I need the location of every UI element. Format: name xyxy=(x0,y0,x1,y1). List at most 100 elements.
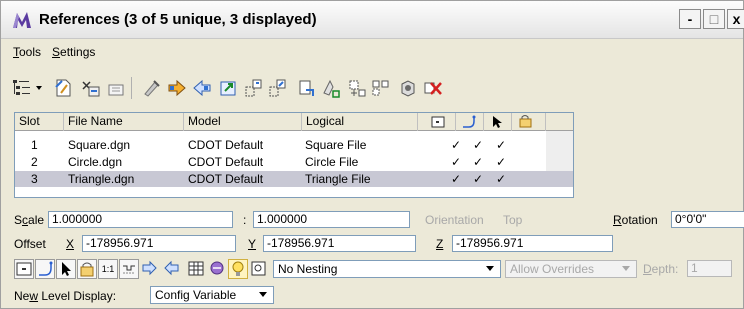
menu-settings-label: ettings xyxy=(60,45,96,59)
new-level-display-label: New Level Display: xyxy=(14,289,116,303)
column-lock[interactable] xyxy=(512,113,546,131)
lock-toggle-button[interactable] xyxy=(77,259,97,279)
level-filter-button[interactable] xyxy=(207,259,227,279)
maximize-button[interactable]: □ xyxy=(703,9,725,29)
maximize-label: □ xyxy=(709,11,719,27)
delete-reference-icon[interactable] xyxy=(422,77,444,99)
new-level-accel: w xyxy=(29,289,39,303)
row-display-check[interactable]: ✓ xyxy=(451,154,461,170)
rotation-input[interactable]: 0°0'0" xyxy=(671,211,744,228)
display-toggle-button[interactable] xyxy=(14,259,34,279)
scale-master-input[interactable]: 1.000000 xyxy=(48,211,233,228)
nesting-dropdown[interactable]: No Nesting xyxy=(273,260,501,278)
row-snap-check[interactable]: ✓ xyxy=(473,171,483,187)
move-reference-icon[interactable] xyxy=(166,77,188,99)
reference-properties-icon[interactable] xyxy=(397,77,419,99)
table-grid-icon xyxy=(188,261,204,276)
new-level-display-dropdown[interactable]: Config Variable xyxy=(150,286,274,304)
column-display[interactable] xyxy=(418,113,456,131)
offset-x-label: X xyxy=(66,237,75,251)
level-table-button[interactable] xyxy=(186,259,206,279)
mirror-vertical-icon[interactable] xyxy=(296,77,318,99)
clip-boundary-icon[interactable] xyxy=(321,77,343,99)
line-style-scale-icon xyxy=(123,265,135,274)
scale-line-styles-button[interactable] xyxy=(119,259,139,279)
orientation-value: Top xyxy=(503,213,523,227)
row-locate-check[interactable]: ✓ xyxy=(496,137,506,153)
toolbar xyxy=(1,69,743,109)
row-logical: Square File xyxy=(305,138,367,152)
row-model: CDOT Default xyxy=(188,172,264,186)
clip-delete-icon[interactable] xyxy=(370,77,392,99)
scale-reference-input[interactable]: 1.000000 xyxy=(253,211,410,228)
snap-icon xyxy=(463,115,476,128)
depth-input[interactable]: 1 xyxy=(687,260,732,277)
column-file-name[interactable]: File Name xyxy=(64,113,184,131)
clip-mask-icon[interactable] xyxy=(346,77,368,99)
mirror-horizontal-icon[interactable] xyxy=(267,77,289,99)
column-logical[interactable]: Logical xyxy=(302,113,418,131)
title-bar[interactable]: References (3 of 5 unique, 3 displayed) … xyxy=(1,1,744,39)
save-settings-button[interactable] xyxy=(249,259,269,279)
rotation-label-accel: R xyxy=(613,213,622,227)
menu-tools[interactable]: Tools xyxy=(13,45,41,59)
locate-cursor-icon xyxy=(62,262,71,276)
locate-toggle-button[interactable] xyxy=(56,259,76,279)
rotation-label: Rotation xyxy=(613,213,658,227)
row-file-name: Square.dgn xyxy=(68,138,131,152)
copy-reference-icon[interactable] xyxy=(191,77,213,99)
offset-y-input[interactable]: -178956.971 xyxy=(263,235,416,252)
tree-view-dropdown-icon[interactable] xyxy=(11,77,45,99)
row-display-check[interactable]: ✓ xyxy=(451,171,461,187)
lock-icon xyxy=(80,262,94,277)
references-table: Slot File Name Model Logical 1 Square.dg… xyxy=(14,112,574,198)
column-slot[interactable]: Slot xyxy=(15,113,64,131)
scale-separator: : xyxy=(243,213,247,227)
locate-cursor-icon xyxy=(493,116,502,128)
row-locate-check[interactable]: ✓ xyxy=(496,171,506,187)
table-row-selected[interactable]: 3 Triangle.dgn CDOT Default Triangle Fil… xyxy=(15,171,573,187)
presentation-button[interactable] xyxy=(228,259,248,279)
copy-arrow-icon xyxy=(164,260,179,276)
rotation-label-rest: otation xyxy=(621,213,658,227)
new-level-pre: Ne xyxy=(14,289,30,303)
minimize-button[interactable]: - xyxy=(679,9,701,29)
toolbar-separator xyxy=(131,77,132,99)
chevron-down-icon xyxy=(486,266,494,271)
use-lights-button[interactable] xyxy=(161,259,181,279)
row-snap-check[interactable]: ✓ xyxy=(473,137,483,153)
column-locate[interactable] xyxy=(484,113,512,131)
reload-reference-icon[interactable] xyxy=(105,77,127,99)
ignore-attachments-button[interactable] xyxy=(140,259,160,279)
row-snap-check[interactable]: ✓ xyxy=(473,154,483,170)
scale-label: Scale xyxy=(14,213,44,227)
overrides-dropdown[interactable]: Allow Overrides xyxy=(505,260,637,278)
table-header: Slot File Name Model Logical xyxy=(15,113,573,131)
table-row[interactable]: 1 Square.dgn CDOT Default Square File ✓ … xyxy=(15,137,573,153)
offset-y-label: Y xyxy=(248,237,257,251)
offset-z-input[interactable]: -178956.971 xyxy=(452,235,613,252)
detach-reference-icon[interactable] xyxy=(80,77,102,99)
column-snap[interactable] xyxy=(456,113,484,131)
snap-toggle-button[interactable] xyxy=(35,259,55,279)
row-slot: 3 xyxy=(31,172,38,186)
row-locate-check[interactable]: ✓ xyxy=(496,154,506,170)
column-model[interactable]: Model xyxy=(184,113,302,131)
offset-label: Offset xyxy=(14,237,46,251)
scale-reference-icon[interactable] xyxy=(218,77,240,99)
true-scale-button[interactable]: 1:1 xyxy=(98,259,118,279)
offset-x-input[interactable]: -178956.971 xyxy=(82,235,236,252)
row-slot: 1 xyxy=(31,138,38,152)
menu-settings-accel: S xyxy=(52,45,61,59)
row-logical: Triangle File xyxy=(305,172,371,186)
exchange-reference-icon[interactable] xyxy=(141,77,163,99)
row-display-check[interactable]: ✓ xyxy=(451,137,461,153)
menu-settings[interactable]: Settings xyxy=(52,45,95,59)
close-button[interactable]: x xyxy=(727,9,744,29)
display-icon xyxy=(16,262,32,276)
row-model: CDOT Default xyxy=(188,138,264,152)
snap-icon xyxy=(39,261,53,276)
table-row[interactable]: 2 Circle.dgn CDOT Default Circle File ✓ … xyxy=(15,154,573,170)
rotate-reference-icon[interactable] xyxy=(243,77,265,99)
attach-reference-icon[interactable] xyxy=(53,77,75,99)
